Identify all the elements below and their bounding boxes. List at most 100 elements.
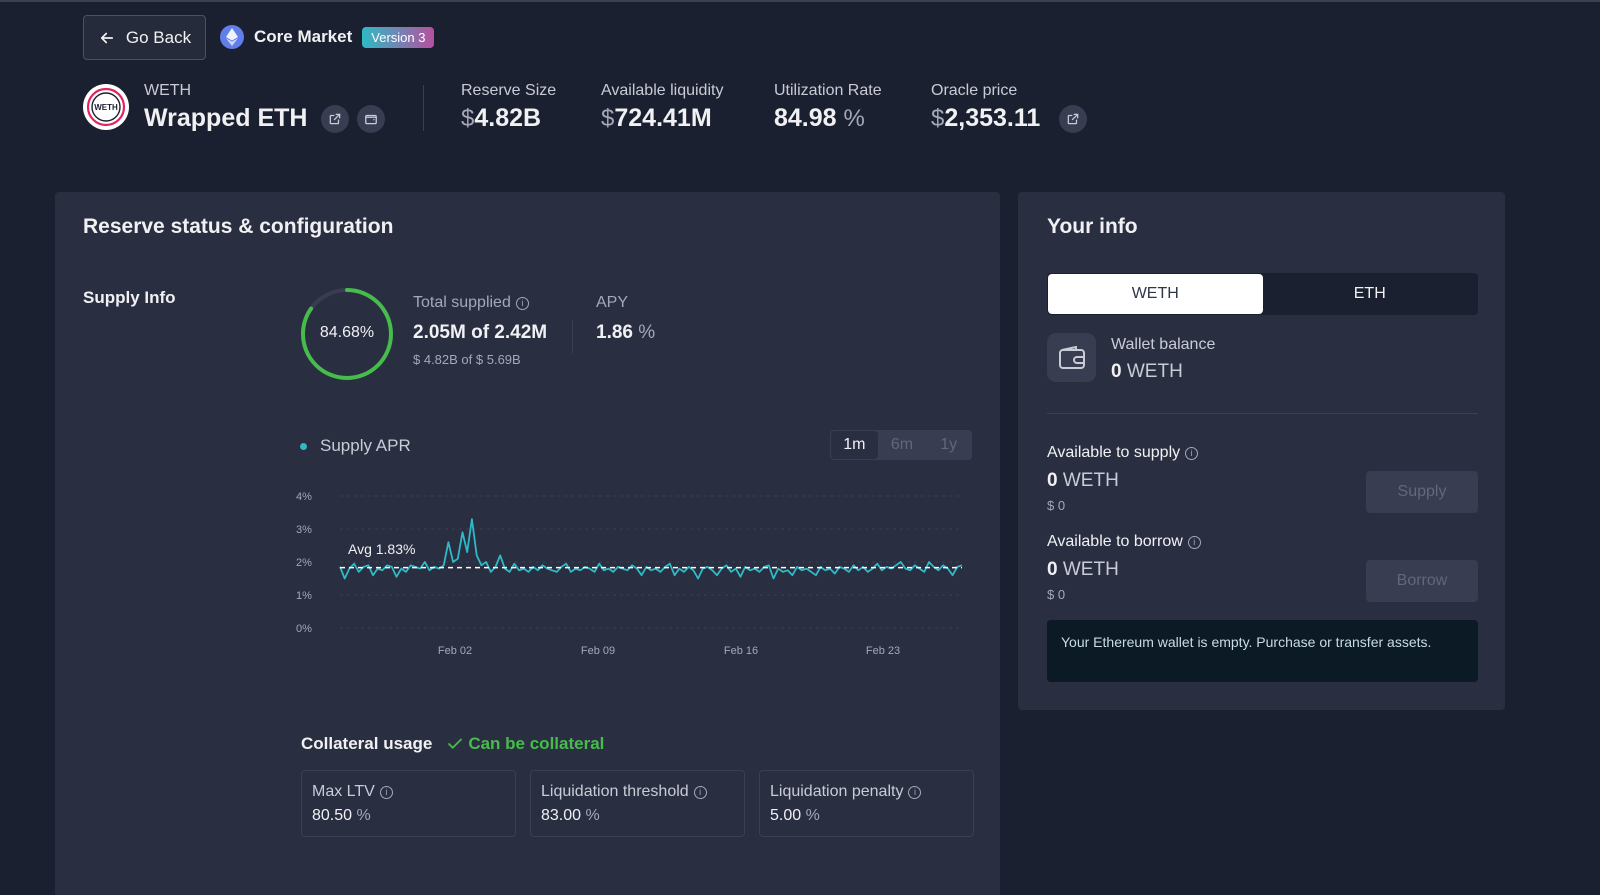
header-divider xyxy=(423,85,424,131)
legend-dot-icon xyxy=(300,442,307,450)
borrow-label-text: Available to borrow xyxy=(1047,533,1183,550)
borrow-button[interactable]: Borrow xyxy=(1366,560,1478,602)
available-to-supply-usd: $ 0 xyxy=(1047,498,1066,513)
supply-amount: 0 xyxy=(1047,470,1058,491)
supply-button[interactable]: Supply xyxy=(1366,471,1478,513)
range-tab-1y[interactable]: 1y xyxy=(925,430,972,460)
info-icon[interactable]: i xyxy=(908,785,922,799)
param-label: Max LTV xyxy=(312,783,375,800)
collateral-status: Can be collateral xyxy=(446,734,604,754)
supply-cap-percent: 84.68% xyxy=(319,324,375,341)
liquidation-penalty-box: Liquidation penalty i 5.00 % xyxy=(759,770,974,837)
collateral-status-text: Can be collateral xyxy=(468,734,605,753)
external-link-button[interactable] xyxy=(321,105,349,133)
info-icon[interactable]: i xyxy=(515,296,529,310)
x-tick-label: Feb 02 xyxy=(438,645,472,657)
y-tick-label: 4% xyxy=(296,491,312,503)
available-to-supply-label: Available to supply i xyxy=(1047,444,1199,462)
asset-symbol: WETH xyxy=(144,82,192,99)
wallet-unit: WETH xyxy=(1126,361,1183,382)
your-info-title: Your info xyxy=(1047,215,1138,238)
supply-apr-chart: 4% 3% 2% 1% 0% Feb 02 Feb 09 Feb 16 Feb 23 xyxy=(296,491,963,657)
weth-token-logo: WETH xyxy=(83,84,129,130)
asset-toggle: WETH ETH xyxy=(1047,273,1478,315)
collateral-usage-title: Collateral usage xyxy=(301,734,433,753)
stat-utilization-rate: Utilization Rate 84.98 % xyxy=(774,82,882,133)
param-unit: % xyxy=(356,807,371,824)
toggle-weth[interactable]: WETH xyxy=(1048,274,1263,314)
supply-unit: WETH xyxy=(1062,470,1119,491)
top-divider xyxy=(0,0,1600,2)
legend-label: Supply APR xyxy=(320,436,411,455)
time-range-tabs: 1m 6m 1y xyxy=(830,430,972,460)
param-value: 80.50 xyxy=(312,807,353,824)
y-tick-label: 2% xyxy=(296,557,312,569)
arrow-left-icon xyxy=(100,32,113,43)
external-link-icon xyxy=(329,113,341,125)
wallet-balance-label: Wallet balance xyxy=(1111,336,1216,353)
collateral-usage-row: Collateral usage Can be collateral xyxy=(301,734,604,754)
toggle-eth[interactable]: ETH xyxy=(1263,274,1478,314)
y-tick-label: 1% xyxy=(296,590,312,602)
info-icon[interactable]: i xyxy=(1185,446,1199,460)
y-tick-label: 3% xyxy=(296,524,312,536)
param-unit: % xyxy=(585,807,600,824)
x-tick-label: Feb 16 xyxy=(724,645,758,657)
market-indicator[interactable]: Core Market Version 3 xyxy=(220,25,435,49)
stat-oracle-price: Oracle price $2,353.11 xyxy=(931,82,1040,133)
param-label: Liquidation penalty xyxy=(770,783,904,800)
total-supplied-text: Total supplied xyxy=(413,294,511,311)
add-to-wallet-button[interactable] xyxy=(357,105,385,133)
stat-prefix: $ xyxy=(601,105,615,132)
wallet-balance-value: 0 WETH xyxy=(1111,361,1183,383)
your-info-divider xyxy=(1047,413,1478,414)
stat-label: Reserve Size xyxy=(461,82,557,99)
check-icon xyxy=(448,738,463,749)
x-tick-label: Feb 09 xyxy=(581,645,615,657)
stat-available-liquidity: Available liquidity $724.41M xyxy=(601,82,723,133)
apy-label: APY xyxy=(596,294,629,311)
max-ltv-box: Max LTV i 80.50 % xyxy=(301,770,516,837)
total-supplied-usd: $ 4.82B of $ 5.69B xyxy=(413,352,521,367)
range-tab-6m[interactable]: 6m xyxy=(879,430,926,460)
apy-number: 1.86 xyxy=(596,322,633,343)
total-supplied-value: 2.05M of 2.42M xyxy=(413,322,548,343)
borrow-unit: WETH xyxy=(1062,559,1119,580)
stat-value: 84.98 xyxy=(774,104,837,132)
stat-label: Available liquidity xyxy=(601,82,724,99)
info-icon[interactable]: i xyxy=(1187,535,1201,549)
stat-prefix: $ xyxy=(931,105,945,132)
stat-label: Utilization Rate xyxy=(774,82,882,99)
apy-unit: % xyxy=(638,322,656,343)
ethereum-icon xyxy=(220,25,244,49)
info-icon[interactable]: i xyxy=(379,785,393,799)
chart-legend: Supply APR xyxy=(300,436,411,456)
stat-reserve-size: Reserve Size $4.82B xyxy=(461,82,556,133)
info-icon[interactable]: i xyxy=(693,785,707,799)
param-value: 83.00 xyxy=(541,807,582,824)
stat-prefix: $ xyxy=(461,105,475,132)
param-value: 5.00 xyxy=(770,807,802,824)
param-unit: % xyxy=(805,807,820,824)
x-tick-label: Feb 23 xyxy=(866,645,900,657)
go-back-button[interactable]: Go Back xyxy=(83,15,206,60)
wallet-icon xyxy=(365,114,377,125)
average-apr-label: Avg 1.83% xyxy=(342,538,422,560)
weth-logo-text: WETH xyxy=(94,102,118,112)
asset-name: Wrapped ETH xyxy=(144,104,308,132)
range-tab-1m[interactable]: 1m xyxy=(831,431,878,459)
available-to-supply-value: 0 WETH xyxy=(1047,470,1119,492)
available-to-borrow-label: Available to borrow i xyxy=(1047,533,1201,551)
borrow-amount: 0 xyxy=(1047,559,1058,580)
supply-apr-line xyxy=(339,518,963,580)
oracle-link-button[interactable] xyxy=(1059,105,1087,133)
apy-value: 1.86 % xyxy=(596,322,655,344)
param-label: Liquidation threshold xyxy=(541,783,689,800)
liquidation-threshold-box: Liquidation threshold i 83.00 % xyxy=(530,770,745,837)
total-supplied-label: Total supplied i xyxy=(413,294,529,312)
y-tick-label: 0% xyxy=(296,623,312,635)
stat-value: 2,353.11 xyxy=(944,104,1041,132)
stat-value: 724.41M xyxy=(614,104,712,132)
stat-label: Oracle price xyxy=(931,82,1018,99)
wallet-icon xyxy=(1047,333,1096,382)
